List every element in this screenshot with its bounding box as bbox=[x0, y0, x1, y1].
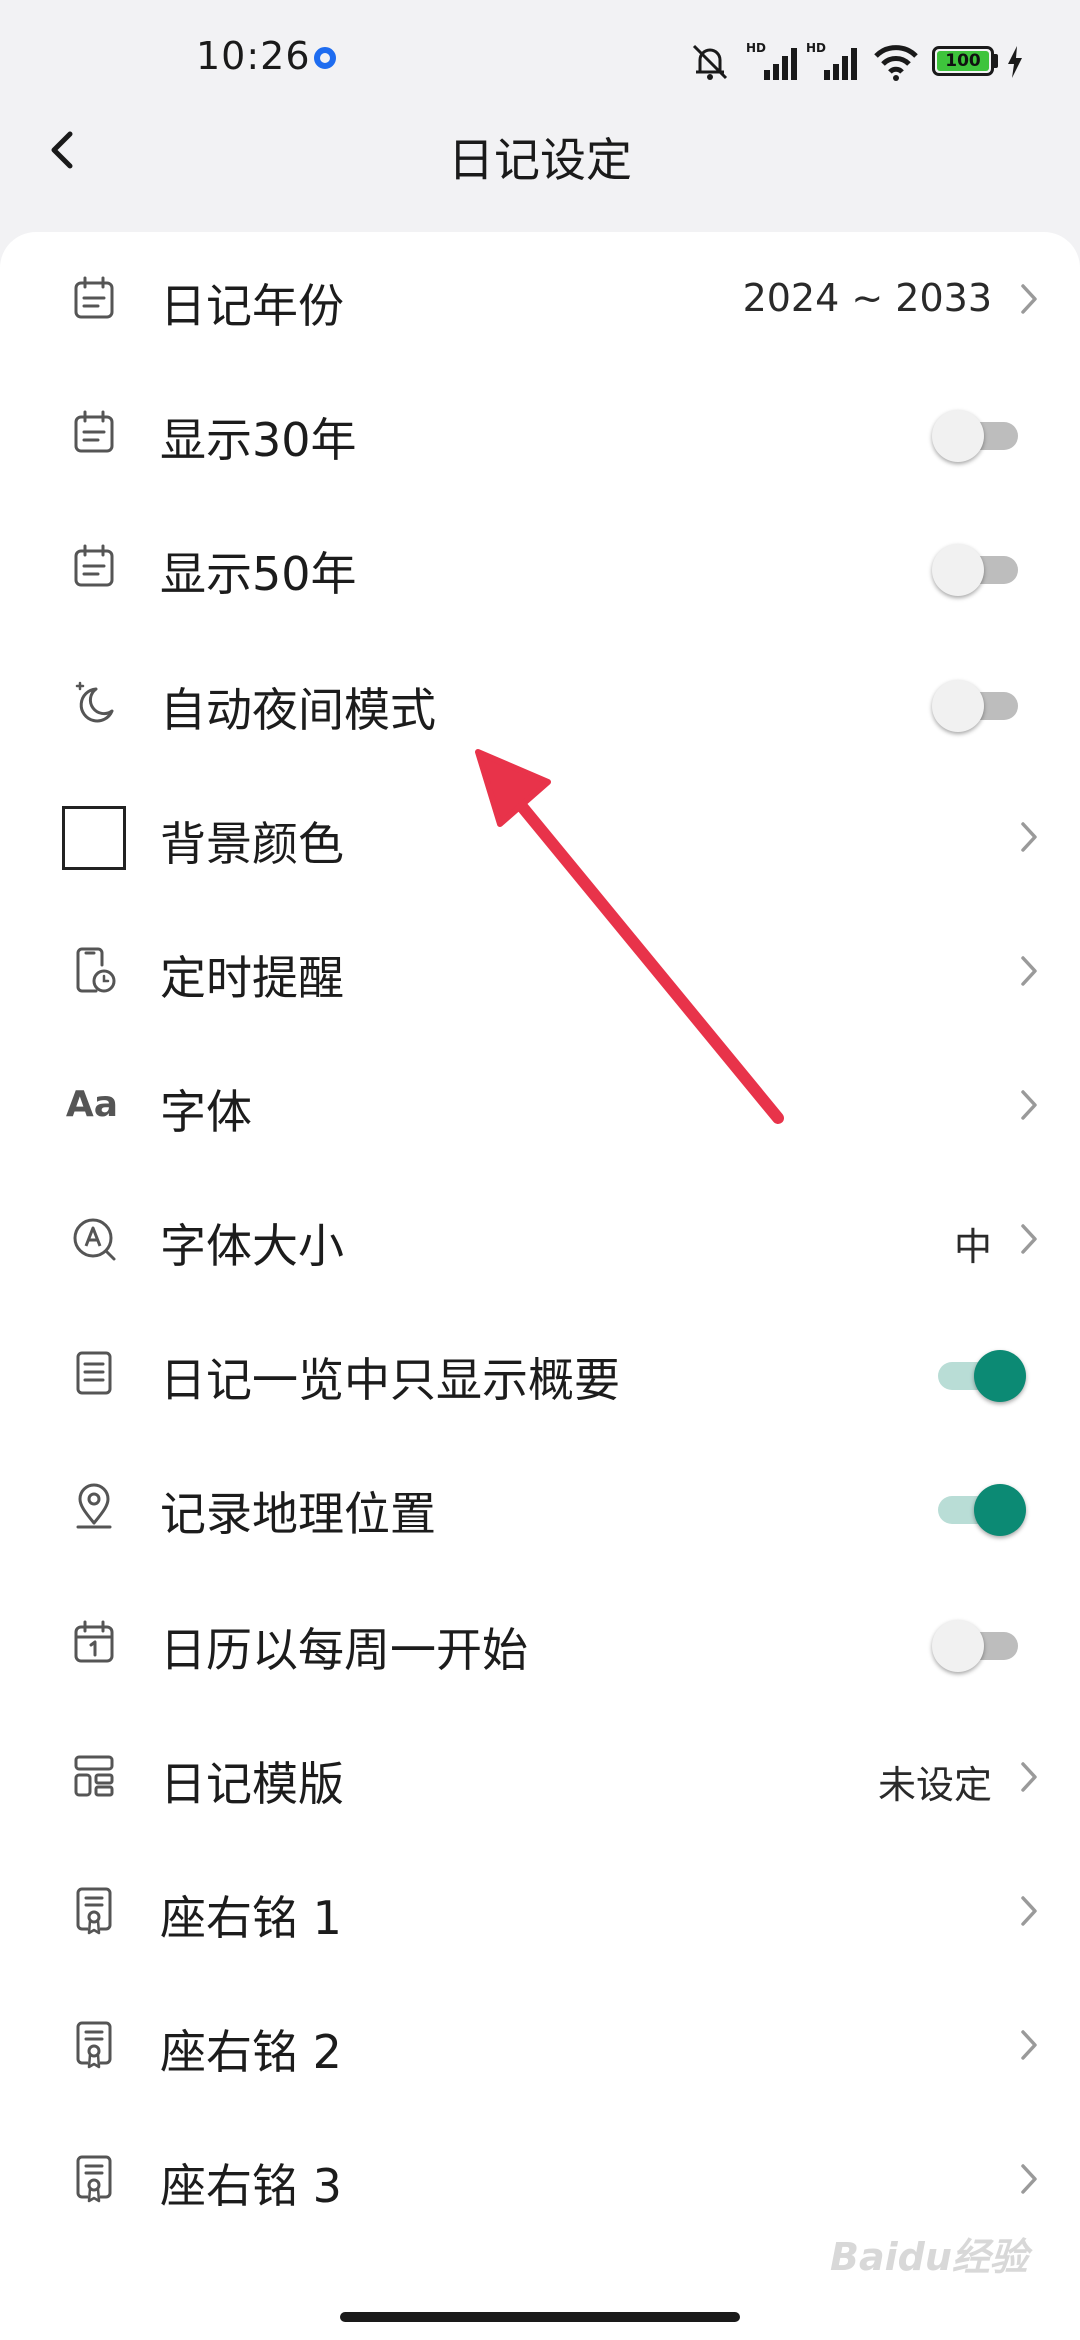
chevron-right-icon bbox=[1021, 1224, 1037, 1254]
chevron-right-icon bbox=[1021, 1090, 1037, 1120]
toggle-switch-on[interactable] bbox=[932, 1350, 1026, 1402]
location-pin-icon bbox=[76, 1483, 112, 1529]
moon-icon bbox=[75, 681, 114, 723]
setting-auto-night-mode[interactable]: 自动夜间模式 bbox=[0, 636, 1080, 770]
toggle-switch-on[interactable] bbox=[932, 1484, 1026, 1536]
setting-label: 日记年份 bbox=[160, 279, 344, 333]
toggle-switch-off[interactable] bbox=[932, 544, 1024, 596]
toggle-switch-off[interactable] bbox=[932, 680, 1024, 732]
setting-label: 定时提醒 bbox=[160, 951, 344, 1005]
signal-icon-1: HD bbox=[746, 41, 797, 80]
chevron-right-icon bbox=[1021, 2030, 1037, 2060]
setting-label: 自动夜间模式 bbox=[160, 683, 436, 737]
setting-label: 显示30年 bbox=[160, 413, 357, 467]
signal-icon-2: HD bbox=[806, 41, 857, 80]
chevron-right-icon bbox=[1021, 1896, 1037, 1926]
chevron-right-icon bbox=[1021, 956, 1037, 986]
setting-label: 显示50年 bbox=[160, 547, 357, 601]
setting-font-size[interactable]: 字体大小 中 bbox=[0, 1172, 1080, 1306]
setting-value: 未设定 bbox=[877, 1763, 992, 1807]
setting-font[interactable]: Aa 字体 bbox=[0, 1038, 1080, 1172]
calendar-one-icon bbox=[74, 1620, 114, 1663]
setting-diary-years[interactable]: 日记年份 2024 ~ 2033 bbox=[0, 232, 1080, 366]
network-label-1: HD bbox=[746, 41, 766, 55]
certificate-icon bbox=[76, 2021, 112, 2069]
certificate-icon bbox=[76, 1887, 112, 1935]
setting-label: 日记一览中只显示概要 bbox=[160, 1353, 620, 1407]
setting-week-starts-monday[interactable]: 日历以每周一开始 bbox=[0, 1576, 1080, 1710]
document-lines-icon bbox=[76, 1351, 112, 1395]
font-icon: Aa bbox=[65, 1084, 119, 1125]
setting-show-30-years[interactable]: 显示30年 bbox=[0, 366, 1080, 500]
calendar-icon bbox=[74, 544, 114, 587]
setting-label: 字体 bbox=[160, 1085, 252, 1139]
chevron-right-icon bbox=[1021, 822, 1037, 852]
setting-summary-only[interactable]: 日记一览中只显示概要 bbox=[0, 1306, 1080, 1440]
page-title: 日记设定 bbox=[448, 133, 632, 187]
calendar-icon bbox=[74, 276, 114, 319]
setting-motto-1[interactable]: 座右铭 1 bbox=[0, 1844, 1080, 1978]
setting-motto-2[interactable]: 座右铭 2 bbox=[0, 1978, 1080, 2112]
setting-background-color[interactable]: 背景颜色 bbox=[0, 770, 1080, 904]
settings-list: 日记年份 2024 ~ 2033 显示30年 显示50年 自动夜间模式 背景颜色… bbox=[0, 232, 1080, 2340]
setting-label: 座右铭 3 bbox=[160, 2159, 342, 2213]
setting-label: 记录地理位置 bbox=[160, 1487, 436, 1541]
setting-show-50-years[interactable]: 显示50年 bbox=[0, 500, 1080, 634]
wifi-icon bbox=[874, 45, 918, 81]
charging-icon bbox=[1008, 46, 1022, 78]
setting-label: 座右铭 1 bbox=[160, 1891, 342, 1945]
toggle-switch-off[interactable] bbox=[932, 1620, 1024, 1672]
setting-label: 日记模版 bbox=[160, 1757, 344, 1811]
calendar-icon bbox=[74, 410, 114, 453]
status-icons: HD HD 100 bbox=[688, 40, 1028, 84]
status-time: 10:26 bbox=[196, 34, 311, 78]
setting-value: 中 bbox=[953, 1225, 992, 1269]
template-icon bbox=[74, 1755, 114, 1797]
location-status-icon bbox=[314, 47, 336, 69]
setting-label: 字体大小 bbox=[160, 1219, 344, 1273]
mute-bell-icon bbox=[692, 44, 728, 80]
setting-value: 2024 ~ 2033 bbox=[742, 276, 992, 320]
setting-label: 日历以每周一开始 bbox=[160, 1623, 528, 1677]
chevron-right-icon bbox=[1021, 284, 1037, 314]
certificate-icon bbox=[76, 2155, 112, 2203]
battery-level: 100 bbox=[937, 51, 989, 71]
battery-tip bbox=[994, 54, 998, 68]
watermark: Baidu经验 bbox=[830, 2235, 1028, 2279]
setting-diary-template[interactable]: 日记模版 未设定 bbox=[0, 1710, 1080, 1844]
battery-icon: 100 bbox=[932, 46, 994, 76]
color-swatch-icon bbox=[62, 806, 126, 870]
chevron-right-icon bbox=[1021, 2164, 1037, 2194]
phone-clock-icon bbox=[76, 947, 116, 993]
font-size-icon bbox=[73, 1218, 116, 1261]
app-bar: 日记设定 bbox=[0, 100, 1080, 200]
setting-label: 背景颜色 bbox=[160, 817, 344, 871]
setting-record-location[interactable]: 记录地理位置 bbox=[0, 1440, 1080, 1574]
setting-timed-reminder[interactable]: 定时提醒 bbox=[0, 904, 1080, 1038]
chevron-right-icon bbox=[1021, 1762, 1037, 1792]
network-label-2: HD bbox=[806, 41, 826, 55]
setting-label: 座右铭 2 bbox=[160, 2025, 342, 2079]
toggle-switch-off[interactable] bbox=[932, 410, 1024, 462]
home-indicator[interactable] bbox=[340, 2312, 740, 2322]
